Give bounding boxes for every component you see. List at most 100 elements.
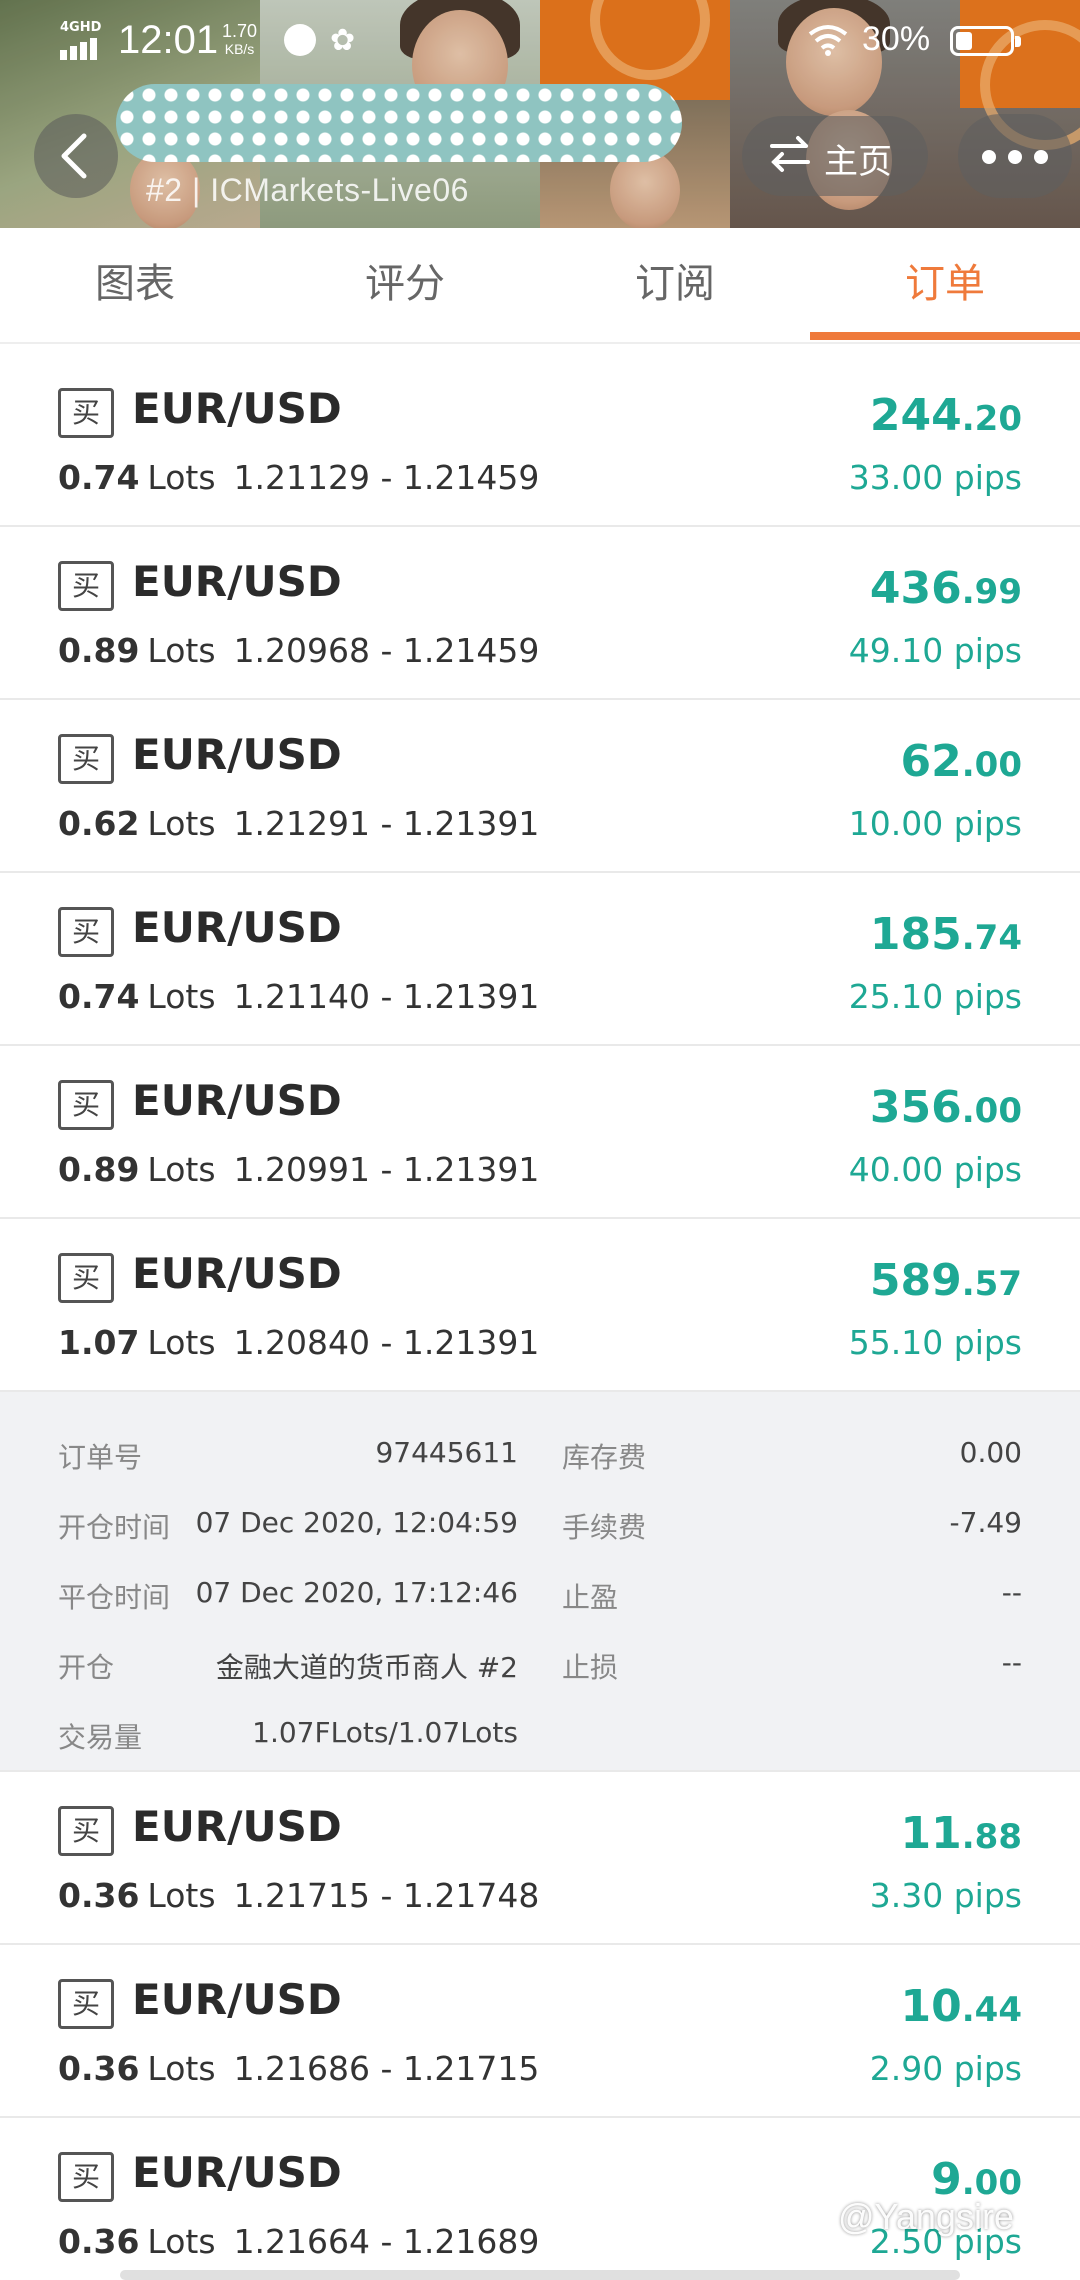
stop-loss-value: --	[1001, 1646, 1022, 1679]
pinwheel-icon: ✿	[330, 23, 356, 58]
order-lots-line: 0.89 Lots 1.20968 - 1.21459	[58, 631, 539, 670]
stop-loss-label: 止损	[562, 1651, 619, 1684]
order-lots: 0.74	[58, 977, 140, 1016]
account-server-label: #2 | ICMarkets-Live06	[146, 172, 469, 208]
order-lots-line: 0.74 Lots 1.21129 - 1.21459	[58, 458, 539, 497]
commission-label: 手续费	[562, 1511, 647, 1544]
tab-subscribe[interactable]: 订阅	[540, 228, 810, 344]
lots-unit: Lots	[147, 631, 216, 670]
wifi-icon	[808, 25, 848, 56]
order-prices: 1.21129 - 1.21459	[233, 458, 540, 497]
profit-integer: 62	[900, 736, 962, 787]
order-pips: 2.90 pips	[869, 2049, 1022, 2088]
order-row[interactable]: 买 EUR/USD 0.74 Lots 1.21129 - 1.21459 244.…	[0, 354, 1080, 527]
order-details-panel: 订单号 97445611 库存费 0.00 开仓时间 07 Dec 2020, …	[0, 1392, 1080, 1772]
active-tab-indicator	[810, 332, 1080, 340]
order-symbol: EUR/USD	[132, 1975, 342, 2024]
profit-integer: 589	[869, 1255, 962, 1306]
order-profit: 185.74	[870, 909, 1022, 960]
order-lots-line: 0.74 Lots 1.21140 - 1.21391	[58, 977, 539, 1016]
order-pips: 25.10 pips	[848, 977, 1022, 1016]
opener-value: 金融大道的货币商人 #2	[215, 1651, 518, 1684]
lots-unit: Lots	[147, 458, 216, 497]
buy-tag: 买	[58, 1979, 114, 2029]
profit-integer: 436	[869, 563, 962, 614]
order-lots: 1.07	[58, 1323, 140, 1362]
tab-orders[interactable]: 订单	[810, 228, 1080, 344]
profit-decimal: .57	[961, 1264, 1022, 1304]
bottom-scroll-edge	[120, 2270, 960, 2280]
order-pips: 40.00 pips	[848, 1150, 1022, 1189]
profit-decimal: .88	[961, 1817, 1022, 1857]
order-lots: 0.74	[58, 458, 140, 497]
profit-integer: 185	[869, 909, 962, 960]
take-profit-label: 止盈	[562, 1581, 619, 1614]
swap-label: 库存费	[562, 1441, 647, 1474]
order-prices: 1.21291 - 1.21391	[233, 804, 540, 843]
order-row[interactable]: 买 EUR/USD 0.36 Lots 1.21686 - 1.21715 10.4…	[0, 1945, 1080, 2118]
cell-signal-icon: 4GHD	[60, 20, 106, 60]
lots-unit: Lots	[147, 977, 216, 1016]
order-pips: 3.30 pips	[869, 1876, 1022, 1915]
order-number-label: 订单号	[58, 1441, 143, 1474]
battery-icon	[950, 26, 1021, 56]
tab-rating[interactable]: 评分	[270, 228, 540, 344]
order-symbol: EUR/USD	[132, 384, 342, 433]
order-profit: 589.57	[870, 1255, 1022, 1306]
order-lots: 0.36	[58, 2222, 140, 2261]
profit-integer: 10	[900, 1981, 962, 2032]
order-row[interactable]: 买 EUR/USD 0.89 Lots 1.20968 - 1.21459 436.…	[0, 527, 1080, 700]
more-options-button[interactable]	[958, 114, 1072, 198]
order-profit: 244.20	[870, 390, 1022, 441]
profit-decimal: .99	[961, 572, 1022, 612]
order-lots-line: 0.89 Lots 1.20991 - 1.21391	[58, 1150, 539, 1189]
lots-unit: Lots	[147, 2222, 216, 2261]
buy-tag: 买	[58, 1080, 114, 1130]
order-symbol: EUR/USD	[132, 2148, 342, 2197]
order-pips: 55.10 pips	[848, 1323, 1022, 1362]
order-lots: 0.36	[58, 1876, 140, 1915]
buy-tag: 买	[58, 1253, 114, 1303]
commission-value: -7.49	[949, 1506, 1022, 1539]
order-lots-line: 0.36 Lots 1.21715 - 1.21748	[58, 1876, 539, 1915]
tab-chart[interactable]: 图表	[0, 228, 270, 344]
order-symbol: EUR/USD	[132, 730, 342, 779]
order-symbol: EUR/USD	[132, 1802, 342, 1851]
battery-fill	[956, 32, 972, 50]
order-prices: 1.20840 - 1.21391	[233, 1323, 540, 1362]
lots-unit: Lots	[147, 2049, 216, 2088]
order-row-expanded[interactable]: 买 EUR/USD 1.07 Lots 1.20840 - 1.21391 589.…	[0, 1219, 1080, 1392]
network-speed: 1.70 KB/s	[222, 22, 257, 58]
profit-integer: 244	[869, 390, 962, 441]
order-profit: 11.88	[901, 1808, 1022, 1859]
buy-tag: 买	[58, 388, 114, 438]
redacted-account-name	[116, 84, 682, 162]
order-row[interactable]: 买 EUR/USD 0.89 Lots 1.20991 - 1.21391 356.…	[0, 1046, 1080, 1219]
order-prices: 1.20968 - 1.21459	[233, 631, 540, 670]
clock: 12:01	[118, 18, 219, 62]
order-lots: 0.89	[58, 1150, 140, 1189]
order-profit: 436.99	[870, 563, 1022, 614]
home-button[interactable]: 主页	[742, 116, 928, 196]
order-row[interactable]: 买 EUR/USD 0.62 Lots 1.21291 - 1.21391 62.0…	[0, 700, 1080, 873]
buy-tag: 买	[58, 734, 114, 784]
order-symbol: EUR/USD	[132, 903, 342, 952]
order-pips: 33.00 pips	[848, 458, 1022, 497]
timer-icon	[284, 24, 316, 56]
volume-value: 1.07FLots/1.07Lots	[252, 1716, 518, 1749]
close-time-label: 平仓时间	[58, 1581, 171, 1614]
buy-tag: 买	[58, 2152, 114, 2202]
profit-integer: 356	[869, 1082, 962, 1133]
order-profit: 356.00	[870, 1082, 1022, 1133]
profit-decimal: .20	[961, 399, 1022, 439]
swap-arrows-icon	[770, 136, 810, 172]
opener-label: 开仓	[58, 1651, 115, 1684]
network-speed-value: 1.70	[222, 21, 258, 41]
order-lots-line: 0.36 Lots 1.21686 - 1.21715	[58, 2049, 539, 2088]
order-row[interactable]: 买 EUR/USD 0.36 Lots 1.21715 - 1.21748 11.8…	[0, 1772, 1080, 1945]
order-profit: 10.44	[901, 1981, 1022, 2032]
buy-tag: 买	[58, 907, 114, 957]
back-button[interactable]	[34, 114, 118, 198]
order-row[interactable]: 买 EUR/USD 0.74 Lots 1.21140 - 1.21391 185.…	[0, 873, 1080, 1046]
open-time-value: 07 Dec 2020, 12:04:59	[195, 1506, 518, 1539]
